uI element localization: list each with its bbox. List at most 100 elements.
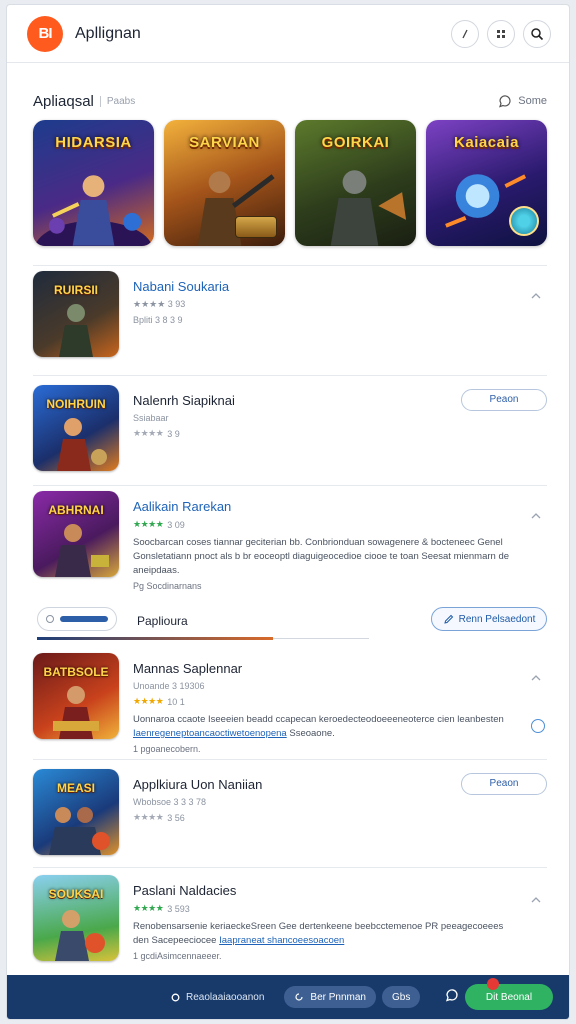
app-meta-text: 3 593 (167, 903, 190, 914)
rating-stars: ★★★★ (133, 696, 164, 706)
game-emblem (235, 216, 277, 238)
divider (33, 867, 547, 868)
hero-icon (57, 418, 107, 471)
app-footnote: Pg Socdinarnans (133, 581, 202, 591)
refresh-icon (295, 993, 304, 1001)
divider (33, 485, 547, 486)
install-button[interactable]: Peaon (461, 389, 547, 411)
app-footnote: 1 pgoanecobern. (133, 744, 201, 754)
divider (33, 265, 547, 266)
featured-tile[interactable]: GOIRKAI (295, 120, 416, 246)
list-item[interactable]: BATBSOLE Mannas Saplennar Unoande 3 1930… (33, 653, 547, 754)
featured-tile[interactable]: SARVIAN (164, 120, 285, 246)
chevron-up-icon[interactable] (529, 509, 543, 523)
app-meta-text: Unoande 3 19306 (133, 681, 205, 691)
app-meta-text: 3 09 (167, 519, 185, 530)
app-meta: Wbobsoe 3 3 3 78 (133, 797, 547, 807)
app-meta-text: Wbobsoe 3 3 3 78 (133, 797, 207, 807)
bottom-bar: Reaolaaiaooanon Ber Pnnman Gbs Dit Beona… (7, 975, 569, 1019)
warrior-artwork-icon (34, 175, 153, 246)
app-meta-text: Bpliti 3 8 3 9 (133, 315, 183, 325)
app-rating: ★★★★ 3 593 (133, 903, 547, 914)
app-meta: Ssiabaar (133, 413, 547, 423)
app-footnote: 1 gcdiAsimcennaeeer. (133, 951, 222, 961)
tab-toggle[interactable] (37, 607, 117, 631)
featured-tile-title: Kaiacaia (454, 134, 519, 151)
featured-tile[interactable]: Kaiacaia (426, 120, 547, 246)
app-description-link[interactable]: Iaenregeneptoancaoctiwetoenopena (133, 728, 287, 739)
bottom-small-button[interactable]: Gbs (382, 986, 421, 1008)
tab-bar: Paplioura Renn Pelsaedont (33, 605, 547, 640)
app-header: BI Apllignan (7, 5, 569, 63)
app-info: Mannas Saplennar Unoande 3 19306 ★★★★ 10 … (133, 653, 547, 754)
tab-action-button[interactable]: Renn Pelsaedont (431, 607, 547, 631)
app-icon: RUIRSII (33, 271, 119, 357)
grid-icon (497, 29, 505, 38)
rating-stars: ★★★★ (133, 519, 164, 529)
app-list: RUIRSII Nabani Soukaria ★★★★ 3 93 Bpliti… (33, 265, 547, 605)
section-see-all-link[interactable]: Some (498, 94, 547, 108)
list-item[interactable]: SOUKSAI Paslani Naldacies ★★★★ 3 593 Reno… (33, 875, 547, 961)
search-icon (531, 27, 544, 40)
status-indicator[interactable]: Reaolaaiaooanon (171, 992, 264, 1003)
app-name[interactable]: Mannas Saplennar (133, 661, 547, 676)
list-item[interactable]: RUIRSII Nabani Soukaria ★★★★ 3 93 Bpliti… (33, 271, 547, 357)
notification-badge (487, 978, 499, 990)
chevron-up-icon[interactable] (529, 893, 543, 907)
app-icon: NOIHRUIN (33, 385, 119, 471)
section-subtitle: Paabs (99, 95, 135, 107)
chevron-up-icon[interactable] (529, 289, 543, 303)
app-name[interactable]: Aalikain Rarekan (133, 499, 547, 514)
app-icon: ABHRNAI (33, 491, 119, 577)
tile-badge (509, 206, 539, 236)
rating-stars: ★★★★ (133, 903, 164, 913)
bottom-pill-label: Ber Pnnman (310, 991, 366, 1003)
tab-label[interactable]: Paplioura (137, 614, 188, 628)
featured-tile[interactable]: HIDARSIA (33, 120, 154, 246)
app-info: Aalikain Rarekan ★★★★ 3 09 Soocbarcan cos… (133, 491, 547, 591)
info-icon[interactable] (531, 719, 545, 733)
tab-action-label: Renn Pelsaedont (458, 613, 536, 625)
cta-button[interactable]: Dit Beonal (465, 978, 553, 1010)
app-icon: SOUKSAI (33, 875, 119, 961)
app-meta: Unoande 3 19306 (133, 681, 547, 691)
status-dot-icon (171, 993, 180, 1001)
tab-underline-track (273, 638, 369, 639)
app-meta-text: ★★★★ 3 93 (133, 299, 186, 309)
slash-icon (462, 29, 468, 38)
chevron-up-icon[interactable] (529, 671, 543, 685)
list-item[interactable]: NOIHRUIN Nalenrh Siapiknai Ssiabaar ★★★★… (33, 385, 547, 471)
chat-button[interactable] (444, 987, 460, 1008)
search-button[interactable] (523, 19, 551, 48)
list-item[interactable]: ABHRNAI Aalikain Rarekan ★★★★ 3 09 Soocba… (33, 491, 547, 591)
back-button[interactable] (451, 19, 479, 48)
app-info: Nabani Soukaria ★★★★ 3 93 Bpliti 3 8 3 9 (133, 271, 547, 357)
divider (33, 375, 547, 376)
app-info: Paslani Naldacies ★★★★ 3 593 Renobensarse… (133, 875, 547, 961)
grid-button[interactable] (487, 19, 515, 48)
app-description-text: Uonnaroa ccaote Iseeeien beadd ccapecan … (133, 714, 504, 725)
section-header: Apliaqsal Paabs Some (33, 89, 547, 113)
app-logo[interactable]: BI (27, 15, 63, 52)
app-description-link[interactable]: Iaapraneat shancoeesoacoen (219, 935, 344, 946)
section-link-label: Some (518, 95, 547, 107)
app-list-secondary: BATBSOLE Mannas Saplennar Unoande 3 1930… (33, 645, 547, 975)
app-rating: ★★★★ 10 1 (133, 696, 547, 707)
app-rating: ★★★★ 3 09 (133, 519, 547, 530)
featured-tile-title: SARVIAN (189, 134, 260, 151)
app-name[interactable]: Paslani Naldacies (133, 883, 547, 898)
install-button[interactable]: Peaon (461, 773, 547, 795)
app-meta: ★★★★ 3 93 (133, 299, 547, 310)
chat-bubble-icon (499, 95, 511, 108)
fighter-icon (55, 524, 109, 577)
list-item[interactable]: MEASI Applkiura Uon Naniian Wbobsoe 3 3 … (33, 769, 547, 855)
app-icon: BATBSOLE (33, 653, 119, 739)
section-title: Apliaqsal (33, 92, 94, 110)
app-icon: MEASI (33, 769, 119, 855)
featured-tile-title: HIDARSIA (55, 134, 132, 151)
app-meta-text: 10 1 (167, 696, 185, 707)
bottom-pill-button[interactable]: Ber Pnnman (284, 986, 376, 1008)
app-meta-text: 3 9 (167, 428, 180, 439)
warrior-icon (53, 686, 99, 739)
app-name[interactable]: Nabani Soukaria (133, 279, 547, 294)
